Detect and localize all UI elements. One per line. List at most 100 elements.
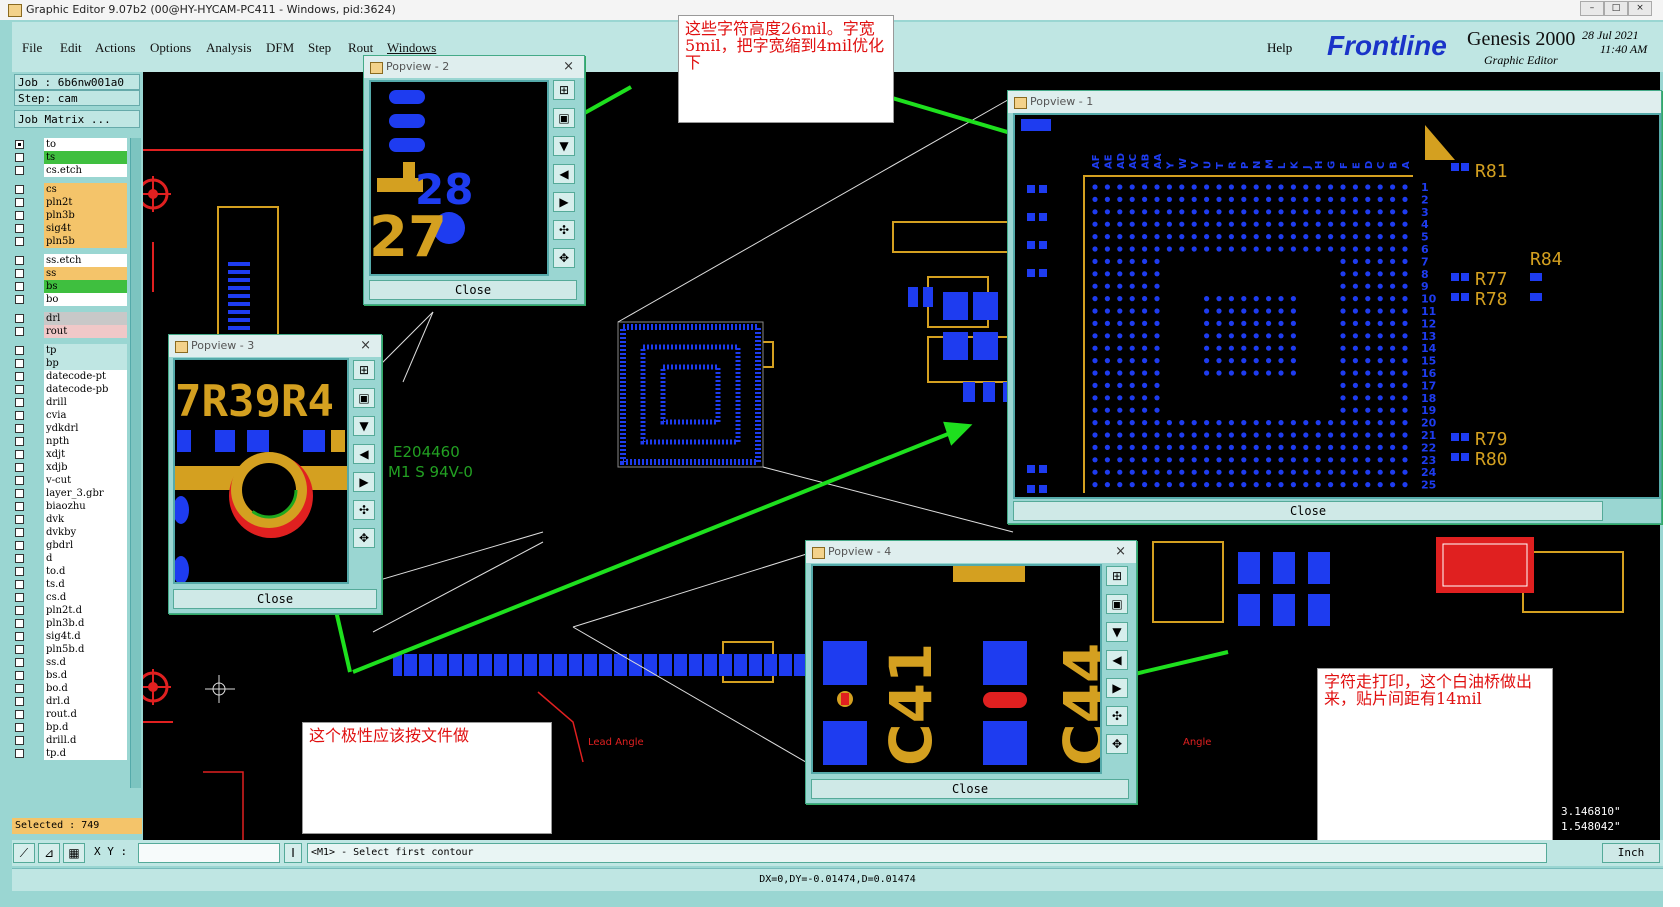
layer-checkbox[interactable] [15,211,24,220]
popview-1-close-button[interactable]: Close [1013,501,1603,521]
layer-row-bo[interactable]: bo [15,293,127,306]
layer-row-xdjt[interactable]: xdjt [15,448,127,461]
layer-checkbox[interactable] [15,282,24,291]
zoom-fit-icon[interactable]: ⊞ [353,360,375,380]
layer-checkbox[interactable] [15,295,24,304]
pan-down-icon[interactable]: ▼ [553,136,575,156]
zoom-in-icon[interactable]: ▣ [553,108,575,128]
layer-checkbox[interactable] [15,632,24,641]
layer-checkbox[interactable] [15,476,24,485]
snap-icon[interactable]: ⟋ [13,843,35,863]
popview-3-close-button[interactable]: Close [173,589,377,609]
job-matrix-button[interactable]: Job Matrix ... [14,110,140,128]
zoom-in-icon[interactable]: ▣ [353,388,375,408]
layer-row-cs[interactable]: cs [15,183,127,196]
layer-checkbox[interactable] [15,671,24,680]
layer-row-ss[interactable]: ss [15,267,127,280]
layer-checkbox[interactable] [15,327,24,336]
layer-checkbox[interactable] [15,736,24,745]
pan-right-icon[interactable]: ▶ [353,472,375,492]
menu-rout[interactable]: Rout [348,40,373,56]
pan-left-icon[interactable]: ◀ [353,444,375,464]
layer-row-ss-d[interactable]: ss.d [15,656,127,669]
layer-checkbox[interactable] [15,684,24,693]
layer-checkbox[interactable] [15,185,24,194]
popview-3-close-icon[interactable]: × [360,335,371,357]
layer-row-drl-d[interactable]: drl.d [15,695,127,708]
layer-row-layer-3-gbr[interactable]: layer_3.gbr [15,487,127,500]
layer-row-bs-d[interactable]: bs.d [15,669,127,682]
layer-row-datecode-pt[interactable]: datecode-pt [15,370,127,383]
layer-checkbox[interactable] [15,256,24,265]
layer-checkbox[interactable] [15,723,24,732]
pan-down-icon[interactable]: ▼ [353,416,375,436]
grid-icon[interactable]: ▦ [63,843,85,863]
menu-analysis[interactable]: Analysis [206,40,252,56]
menu-help[interactable]: Help [1267,40,1292,56]
layer-row-ydkdrl[interactable]: ydkdrl [15,422,127,435]
layer-list-scrollbar[interactable] [130,138,141,788]
layer-checkbox[interactable] [15,153,24,162]
layer-row-ts-d[interactable]: ts.d [15,578,127,591]
layer-checkbox[interactable] [15,314,24,323]
layer-row-drill-d[interactable]: drill.d [15,734,127,747]
layer-row-cs-etch[interactable]: cs.etch [15,164,127,177]
units-button[interactable]: Inch [1602,843,1660,863]
layer-checkbox[interactable] [15,541,24,550]
maximize-button[interactable]: □ [1604,1,1628,16]
layer-checkbox[interactable] [15,140,24,149]
menu-actions[interactable]: Actions [95,40,135,56]
popview-4-close-icon[interactable]: × [1115,541,1126,563]
layer-checkbox[interactable] [15,398,24,407]
layer-checkbox[interactable] [15,489,24,498]
layer-row-bo-d[interactable]: bo.d [15,682,127,695]
menu-options[interactable]: Options [150,40,191,56]
layer-row-pln2t-d[interactable]: pln2t.d [15,604,127,617]
layer-checkbox[interactable] [15,749,24,758]
layer-checkbox[interactable] [15,424,24,433]
layer-row-rout-d[interactable]: rout.d [15,708,127,721]
zoom-in-icon[interactable]: ▣ [1106,594,1128,614]
layer-checkbox[interactable] [15,224,24,233]
zoom-fit-icon[interactable]: ⊞ [1106,566,1128,586]
layer-row-datecode-pb[interactable]: datecode-pb [15,383,127,396]
layer-checkbox[interactable] [15,385,24,394]
popview-4-close-button[interactable]: Close [811,779,1129,799]
layer-checkbox[interactable] [15,359,24,368]
menu-file[interactable]: File [22,40,42,56]
layer-checkbox[interactable] [15,606,24,615]
layer-checkbox[interactable] [15,269,24,278]
layer-checkbox[interactable] [15,346,24,355]
layer-row-xdjb[interactable]: xdjb [15,461,127,474]
layer-row-sig4t-d[interactable]: sig4t.d [15,630,127,643]
layer-row-cvia[interactable]: cvia [15,409,127,422]
layer-checkbox[interactable] [15,502,24,511]
popview-2-close-button[interactable]: Close [369,280,577,300]
pan-right-icon[interactable]: ▶ [1106,678,1128,698]
layer-checkbox[interactable] [15,697,24,706]
layer-checkbox[interactable] [15,593,24,602]
layer-row-tp[interactable]: tp [15,344,127,357]
layer-checkbox[interactable] [15,619,24,628]
layer-checkbox[interactable] [15,450,24,459]
zoom-out-icon[interactable]: ✣ [353,500,375,520]
layer-row-sig4t[interactable]: sig4t [15,222,127,235]
layer-row-to-d[interactable]: to.d [15,565,127,578]
measure-icon[interactable]: ⊿ [38,843,60,863]
pan-down-icon[interactable]: ▼ [1106,622,1128,642]
zoom-out-icon[interactable]: ✣ [1106,706,1128,726]
layer-row-npth[interactable]: npth [15,435,127,448]
layer-checkbox[interactable] [15,645,24,654]
layer-row-dvk[interactable]: dvk [15,513,127,526]
layer-row-cs-d[interactable]: cs.d [15,591,127,604]
layer-row-d[interactable]: d [15,552,127,565]
layer-row-biaozhu[interactable]: biaozhu [15,500,127,513]
layer-row-bp[interactable]: bp [15,357,127,370]
layer-row-drl[interactable]: drl [15,312,127,325]
layer-row-drill[interactable]: drill [15,396,127,409]
menu-edit[interactable]: Edit [60,40,82,56]
menu-step[interactable]: Step [308,40,331,56]
layer-checkbox[interactable] [15,372,24,381]
layer-checkbox[interactable] [15,166,24,175]
layer-checkbox[interactable] [15,411,24,420]
